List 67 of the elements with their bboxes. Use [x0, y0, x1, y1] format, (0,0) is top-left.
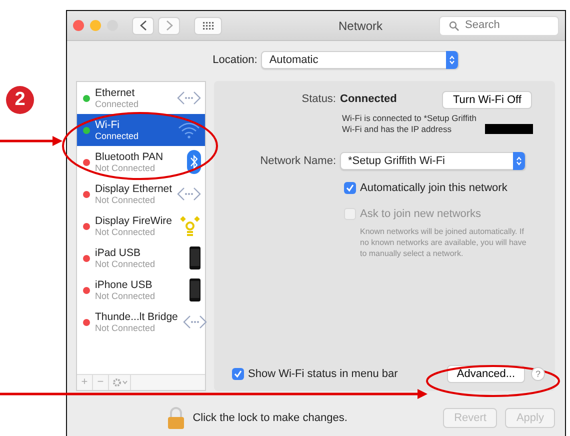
- bluetooth-icon: [187, 150, 201, 174]
- field-label: Location:: [212, 52, 258, 68]
- phone-icon: [189, 246, 201, 270]
- turn-wifi-off-button[interactable]: Turn Wi-Fi Off: [442, 91, 532, 109]
- lock-message: Click the lock to make changes.: [192, 410, 348, 426]
- chevron-right-icon: [166, 20, 172, 31]
- phone-icon: [189, 278, 201, 302]
- service-list-item[interactable]: Display FireWire Not Connected: [77, 210, 205, 242]
- service-status: Not Connected: [95, 162, 156, 174]
- service-name: iPhone USB: [95, 278, 154, 290]
- help-button[interactable]: ?: [531, 367, 545, 381]
- checkmark-icon: [234, 370, 242, 378]
- service-name: Display FireWire: [95, 214, 172, 226]
- redaction-bar: [485, 124, 533, 134]
- grid-icon: [202, 22, 214, 30]
- checkbox-label: Ask to join new networks: [360, 206, 482, 222]
- firewire-icon: [179, 215, 201, 237]
- step-number-badge: 2: [6, 86, 34, 114]
- annotation-arrow: [0, 136, 62, 146]
- hint-text: Known networks will be joined automatically. If no known networks are available, you will have to manually select a network.: [360, 226, 528, 259]
- window-title: Network: [337, 18, 384, 34]
- service-list-item[interactable]: Thunde...lt Bridge Not Connected: [77, 306, 205, 338]
- field-label: Network Name:: [259, 154, 336, 169]
- wifi-icon: [177, 121, 201, 139]
- location-dropdown[interactable]: Automatic: [261, 51, 460, 69]
- service-list-item[interactable]: Ethernet Connected: [77, 82, 205, 114]
- service-status: Connected: [95, 98, 139, 110]
- search-field[interactable]: Search: [439, 16, 559, 36]
- checkmark-icon: [346, 184, 354, 192]
- service-list-item[interactable]: Display Ethernet Not Connected: [77, 178, 205, 210]
- service-status: Not Connected: [95, 194, 156, 206]
- service-list-item[interactable]: Wi-Fi Connected: [77, 114, 205, 146]
- status-value: Connected: [340, 92, 398, 107]
- service-name: Bluetooth PAN: [95, 150, 164, 162]
- service-status: Connected: [95, 130, 139, 142]
- stepper-icon: [449, 55, 456, 65]
- service-list-item[interactable]: iPad USB Not Connected: [77, 242, 205, 274]
- service-name: Ethernet: [95, 86, 136, 98]
- grid-button[interactable]: [194, 16, 222, 34]
- ethernet-icon: [177, 186, 202, 202]
- back-button[interactable]: [132, 16, 154, 34]
- checkbox-label: Automatically join this network: [360, 181, 508, 196]
- stepper-icon: [516, 156, 522, 166]
- network-name-dropdown[interactable]: *Setup Griffith Wi-Fi: [340, 152, 526, 170]
- service-name: iPad USB: [95, 246, 142, 258]
- service-status: Not Connected: [95, 322, 156, 334]
- checkbox[interactable]: [344, 182, 356, 194]
- close-button[interactable]: [73, 20, 84, 31]
- ethernet-icon: [177, 90, 201, 106]
- service-name: Wi-Fi: [95, 118, 120, 130]
- status-description: Wi-Fi is connected to *Setup Griffith Wi-Fi and has the IP address: [342, 113, 478, 135]
- service-list-item[interactable]: Bluetooth PAN Not Connected: [77, 146, 205, 178]
- field-label: Status:: [300, 92, 336, 107]
- service-status: Not Connected: [95, 226, 156, 238]
- service-list-item[interactable]: iPhone USB Not Connected: [77, 274, 205, 306]
- minimize-button[interactable]: [90, 20, 101, 31]
- search-icon: [449, 20, 459, 30]
- service-status: Not Connected: [95, 258, 156, 270]
- search-input[interactable]: Search: [463, 16, 553, 35]
- service-status: Not Connected: [95, 290, 156, 302]
- chevron-left-icon: [140, 20, 146, 31]
- service-name: Display Ethernet: [95, 182, 172, 194]
- checkbox[interactable]: [232, 368, 244, 380]
- lock-icon[interactable]: [166, 407, 185, 429]
- service-name: Thunde...lt Bridge: [95, 310, 178, 322]
- ethernet-icon: [182, 314, 207, 330]
- checkbox-label: Show Wi-Fi status in menu bar: [248, 366, 398, 382]
